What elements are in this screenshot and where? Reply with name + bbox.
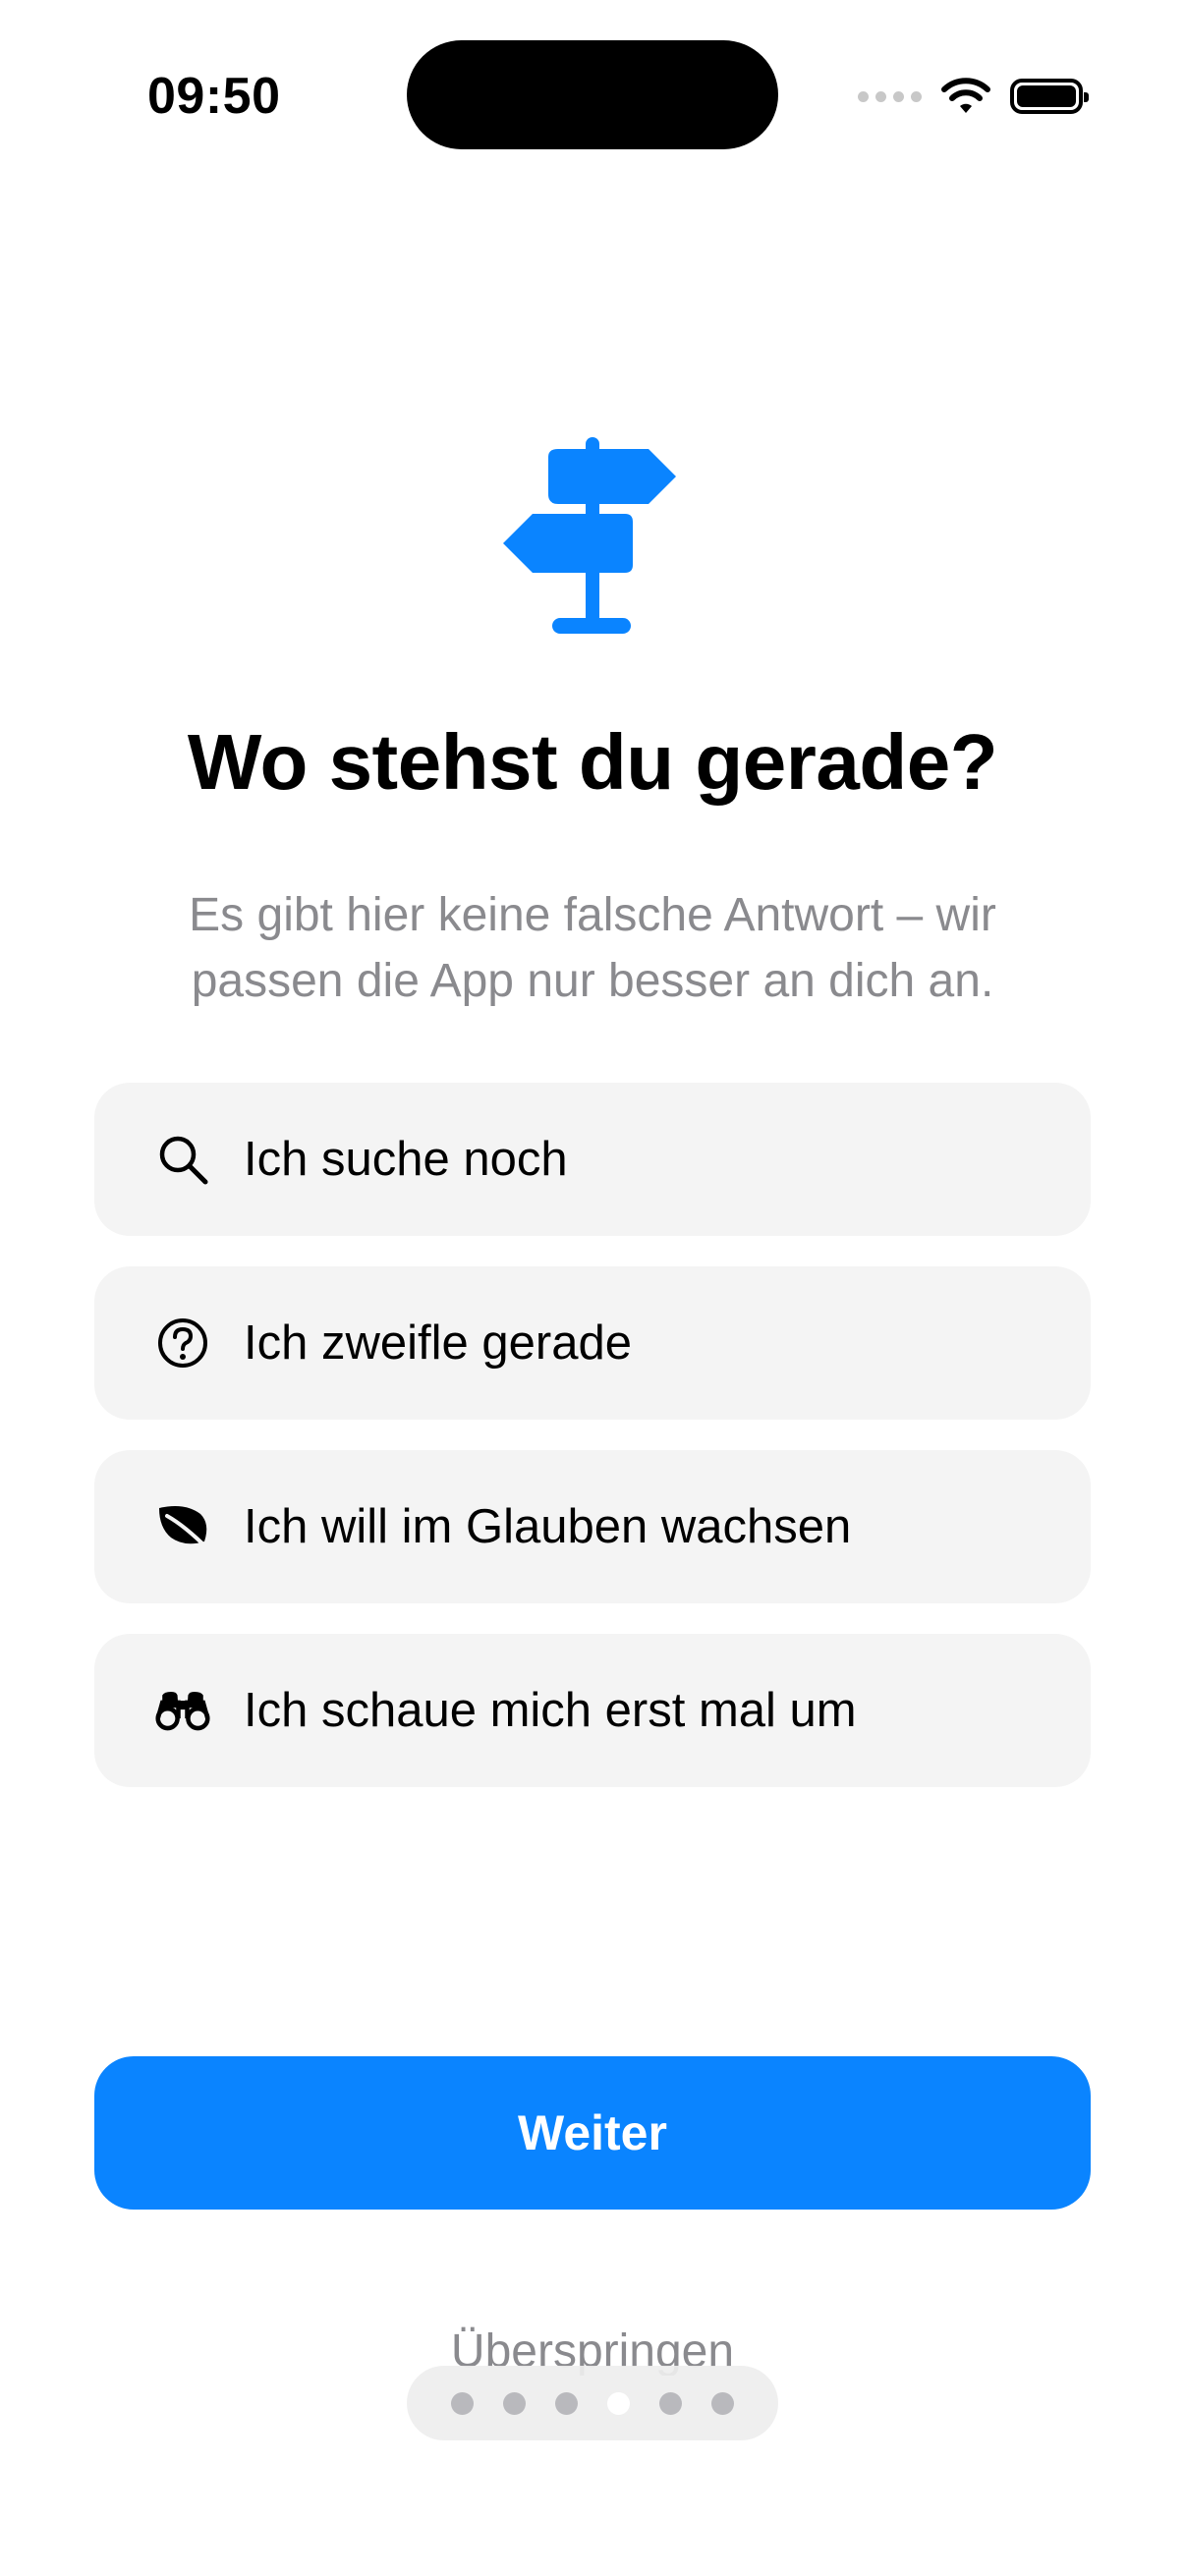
status-time: 09:50 (147, 68, 281, 125)
signpost-icon (503, 437, 676, 634)
option-label: Ich schaue mich erst mal um (244, 1684, 857, 1737)
wifi-icon (941, 78, 990, 113)
page-subtitle: Es gibt hier keine falsche Antwort – wir… (189, 889, 996, 1007)
page-indicator[interactable] (407, 2366, 778, 2440)
page-dot[interactable] (503, 2391, 526, 2415)
page-dot[interactable] (451, 2391, 474, 2415)
dynamic-island (407, 40, 778, 149)
binoculars-icon (155, 1683, 210, 1738)
battery-icon (1010, 79, 1089, 114)
continue-button[interactable]: Weiter (94, 2056, 1091, 2210)
option-doubting[interactable]: Ich zweifle gerade (94, 1266, 1091, 1420)
option-label: Ich will im Glauben wachsen (244, 1500, 852, 1553)
option-browsing[interactable]: Ich schaue mich erst mal um (94, 1634, 1091, 1787)
page-dot[interactable] (555, 2391, 578, 2415)
page-dot[interactable] (659, 2391, 682, 2415)
cellular-signal-icon (858, 90, 922, 102)
leaf-icon (155, 1499, 210, 1554)
page-dot-current[interactable] (607, 2391, 630, 2415)
option-label: Ich suche noch (244, 1133, 568, 1186)
option-label: Ich zweifle gerade (244, 1316, 632, 1370)
option-searching[interactable]: Ich suche noch (94, 1083, 1091, 1236)
page-title: Wo stehst du gerade? (187, 718, 998, 806)
option-growing[interactable]: Ich will im Glauben wachsen (94, 1450, 1091, 1603)
page-dot[interactable] (711, 2391, 734, 2415)
question-circle-icon (155, 1316, 210, 1371)
status-indicators (858, 69, 1089, 124)
options-list: Ich suche noch Ich zweifle gerade Ich wi… (94, 1083, 1091, 1818)
magnifying-glass-icon (155, 1132, 210, 1187)
